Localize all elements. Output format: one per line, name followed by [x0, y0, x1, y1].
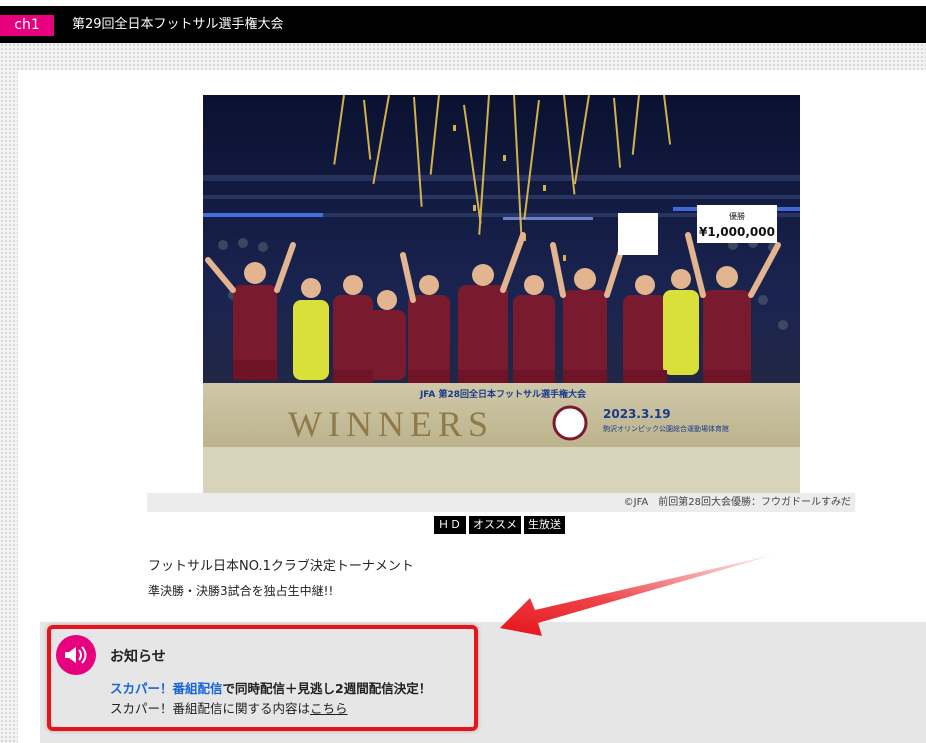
- notice-line1: スカパー！番組配信で同時配信＋見逃し2週間配信決定！: [110, 678, 431, 697]
- tag-live: 生放送: [524, 516, 565, 534]
- notice-line2: スカパー！番組配信に関する内容はこちら: [110, 698, 348, 717]
- channel-badge: ch1: [0, 15, 54, 36]
- program-tags: ＨＤ オススメ 生放送: [434, 516, 565, 534]
- tag-hd: ＨＤ: [434, 516, 466, 534]
- banner-venue: 駒沢オリンピック公園総合運動場体育館: [603, 424, 729, 433]
- photo-caption: ©JFA 前回第28回大会優勝：フウガドールすみだ: [623, 497, 851, 508]
- notice-line1-text: で同時配信＋見逃し2週間配信決定！: [222, 681, 432, 696]
- program-description-line1: フットサル日本NO.1クラブ決定トーナメント: [148, 559, 414, 574]
- speaker-icon: [56, 635, 96, 675]
- banner-brand: JFA 第28回全日本フットサル選手権大会: [419, 388, 587, 400]
- program-photo: 優勝 ¥1,000,000 JFA 第28回全日本フットサル選手権大会 WINN…: [203, 95, 800, 493]
- banner-winners: WINNERS: [288, 404, 494, 444]
- details-link[interactable]: こちら: [310, 701, 348, 716]
- pointer-arrow-icon: [500, 554, 777, 636]
- banner-date: 2023.3.19: [603, 407, 671, 421]
- notice-title: お知らせ: [110, 649, 166, 665]
- skyperfec-stream-link[interactable]: スカパー！番組配信: [110, 681, 223, 696]
- prize-label: 優勝: [729, 211, 745, 221]
- photo-caption-bar: ©JFA 前回第28回大会優勝：フウガドールすみだ: [147, 493, 855, 512]
- channel-header: ch1 第29回全日本フットサル選手権大会: [0, 6, 926, 43]
- tag-recommended: オススメ: [469, 516, 521, 534]
- program-description-line2: 準決勝・決勝3試合を独占生中継!!: [148, 584, 334, 598]
- notice-line2-text: スカパー！番組配信に関する内容は: [110, 701, 311, 716]
- program-title: 第29回全日本フットサル選手権大会: [72, 17, 284, 32]
- prize-amount: ¥1,000,000: [699, 225, 775, 239]
